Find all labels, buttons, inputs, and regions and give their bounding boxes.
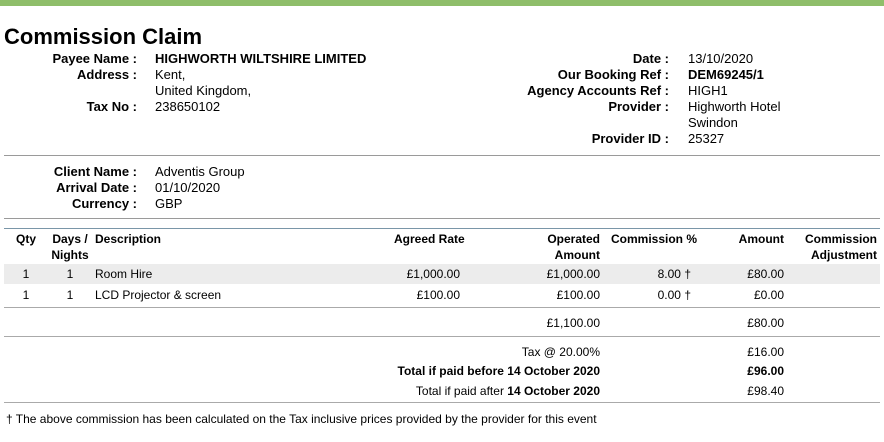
tax-amount: £16.00	[747, 345, 784, 359]
table-divider	[4, 336, 880, 337]
table-bottom-rule	[4, 402, 880, 403]
tax-no-label: Tax No :	[86, 99, 137, 114]
tax-label: Tax @ 20.00%	[521, 345, 600, 359]
header-adjustment-line-1: Commission	[804, 232, 877, 246]
payee-name-label: Payee Name :	[52, 51, 137, 66]
header-operated-line-2: Amount	[554, 248, 600, 262]
row-amount: £80.00	[747, 267, 784, 281]
total-after-date: 14 October 2020	[507, 384, 600, 398]
agency-ref: HIGH1	[688, 83, 728, 98]
date-label: Date :	[632, 51, 669, 66]
client-name: Adventis Group	[155, 164, 245, 179]
row-days: 1	[66, 288, 74, 302]
address-line-2: United Kingdom,	[155, 83, 252, 98]
row-description: Room Hire	[95, 267, 153, 281]
row-amount: £0.00	[753, 288, 784, 302]
payee-name: HIGHWORTH WILTSHIRE LIMITED	[155, 51, 367, 66]
section-divider	[4, 218, 880, 219]
arrival-date-label: Arrival Date :	[56, 180, 137, 195]
header-days-line-1: Days /	[52, 232, 88, 246]
subtotal-amount: £80.00	[747, 316, 784, 330]
total-after-label: Total if paid after 14 October 2020	[300, 383, 600, 399]
header-qty: Qty	[15, 232, 36, 246]
top-accent-bar	[0, 0, 884, 6]
arrival-date: 01/10/2020	[155, 180, 221, 195]
page-title: Commission Claim	[4, 24, 203, 49]
row-agreed-rate: £1,000.00	[406, 267, 460, 281]
provider-id: 25327	[688, 131, 725, 146]
header-adjustment-line-2: Adjustment	[811, 248, 877, 262]
header-days-line-2: Nights	[51, 248, 89, 262]
total-before-amount: £96.00	[747, 364, 784, 378]
address-label: Address :	[77, 67, 137, 82]
row-commission-pct: 8.00 †	[657, 267, 691, 281]
header-amount: Amount	[738, 232, 784, 246]
section-divider	[4, 155, 880, 156]
row-description: LCD Projector & screen	[95, 288, 222, 302]
provider-id-label: Provider ID :	[591, 131, 669, 146]
address-line-1: Kent,	[155, 67, 186, 82]
table-divider	[4, 307, 880, 308]
footnote: † The above commission has been calculat…	[6, 412, 597, 426]
row-qty: 1	[22, 267, 30, 281]
row-days: 1	[66, 267, 74, 281]
subtotal-operated: £1,100.00	[546, 316, 600, 330]
row-commission-pct: 0.00 †	[657, 288, 691, 302]
provider-label: Provider :	[608, 99, 669, 114]
table-top-rule	[4, 228, 880, 229]
booking-ref-label: Our Booking Ref :	[557, 67, 669, 82]
provider-line-2: Swindon	[688, 115, 738, 130]
agency-ref-label: Agency Accounts Ref :	[527, 83, 669, 98]
claim-date: 13/10/2020	[688, 51, 754, 66]
currency-label: Currency :	[71, 196, 137, 211]
booking-ref: DEM69245/1	[688, 67, 764, 82]
total-after-amount: £98.40	[747, 384, 784, 398]
header-agreed-rate: Agreed Rate	[394, 232, 465, 246]
total-after-prefix: Total if paid after	[415, 384, 508, 398]
header-commission-pct: Commission %	[611, 232, 698, 246]
row-agreed-rate: £100.00	[416, 288, 460, 302]
row-operated-amount: £100.00	[556, 288, 600, 302]
provider-line-1: Highworth Hotel	[688, 99, 781, 114]
row-operated-amount: £1,000.00	[546, 267, 600, 281]
row-qty: 1	[22, 288, 30, 302]
header-operated-line-1: Operated	[547, 232, 600, 246]
client-name-label: Client Name :	[53, 164, 137, 179]
total-before-date: 14 October 2020	[507, 364, 600, 378]
header-description: Description	[95, 232, 162, 246]
total-before-label: Total if paid before 14 October 2020	[300, 363, 601, 379]
currency: GBP	[155, 196, 183, 211]
tax-no: 238650102	[155, 99, 221, 114]
total-before-prefix: Total if paid before	[397, 364, 508, 378]
